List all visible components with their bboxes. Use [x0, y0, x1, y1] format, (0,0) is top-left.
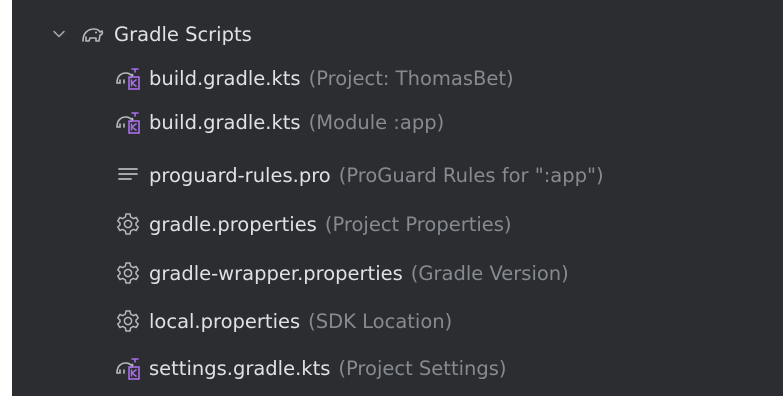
file-name: proguard-rules.pro: [149, 163, 331, 187]
tree-item-settings-gradle[interactable]: settings.gradle.kts (Project Settings): [115, 346, 507, 390]
tree-node-gradle-scripts[interactable]: Gradle Scripts: [48, 12, 252, 56]
file-name: gradle.properties: [149, 212, 317, 236]
tree-item-gradle-properties[interactable]: gradle.properties (Project Properties): [115, 202, 512, 246]
file-name: settings.gradle.kts: [149, 356, 331, 380]
tree-node-label: Gradle Scripts: [114, 22, 252, 46]
tree-item-build-gradle-module[interactable]: build.gradle.kts (Module :app): [115, 100, 444, 144]
gradle-kotlin-script-icon: [116, 68, 140, 90]
file-hint: (Module :app): [308, 110, 445, 134]
file-name: gradle-wrapper.properties: [149, 261, 403, 285]
project-tree-panel: Gradle Scripts build.gradle.kts (Project…: [12, 0, 783, 396]
file-name: build.gradle.kts: [149, 66, 301, 90]
tree-item-gradle-wrapper-properties[interactable]: gradle-wrapper.properties (Gradle Versio…: [115, 251, 569, 295]
file-hint: (SDK Location): [308, 309, 453, 333]
file-hint: (Project Properties): [324, 212, 512, 236]
text-file-icon: [118, 168, 138, 180]
file-hint: (Project: ThomasBet): [308, 66, 514, 90]
tree-item-build-gradle-project[interactable]: build.gradle.kts (Project: ThomasBet): [115, 56, 514, 100]
gradle-kotlin-script-icon: [116, 358, 140, 380]
file-hint: (ProGuard Rules for ":app"): [338, 163, 604, 187]
file-name: build.gradle.kts: [149, 110, 301, 134]
chevron-down-icon[interactable]: [48, 23, 70, 45]
file-hint: (Project Settings): [338, 356, 507, 380]
tree-item-local-properties[interactable]: local.properties (SDK Location): [115, 299, 452, 343]
gradle-kotlin-script-icon: [116, 112, 140, 134]
file-hint: (Gradle Version): [410, 261, 569, 285]
gradle-elephant-icon: [82, 28, 104, 42]
file-name: local.properties: [149, 309, 301, 333]
properties-gear-icon: [117, 213, 139, 235]
properties-gear-icon: [117, 262, 139, 284]
properties-gear-icon: [117, 310, 139, 332]
tree-item-proguard-rules[interactable]: proguard-rules.pro (ProGuard Rules for "…: [115, 153, 604, 197]
